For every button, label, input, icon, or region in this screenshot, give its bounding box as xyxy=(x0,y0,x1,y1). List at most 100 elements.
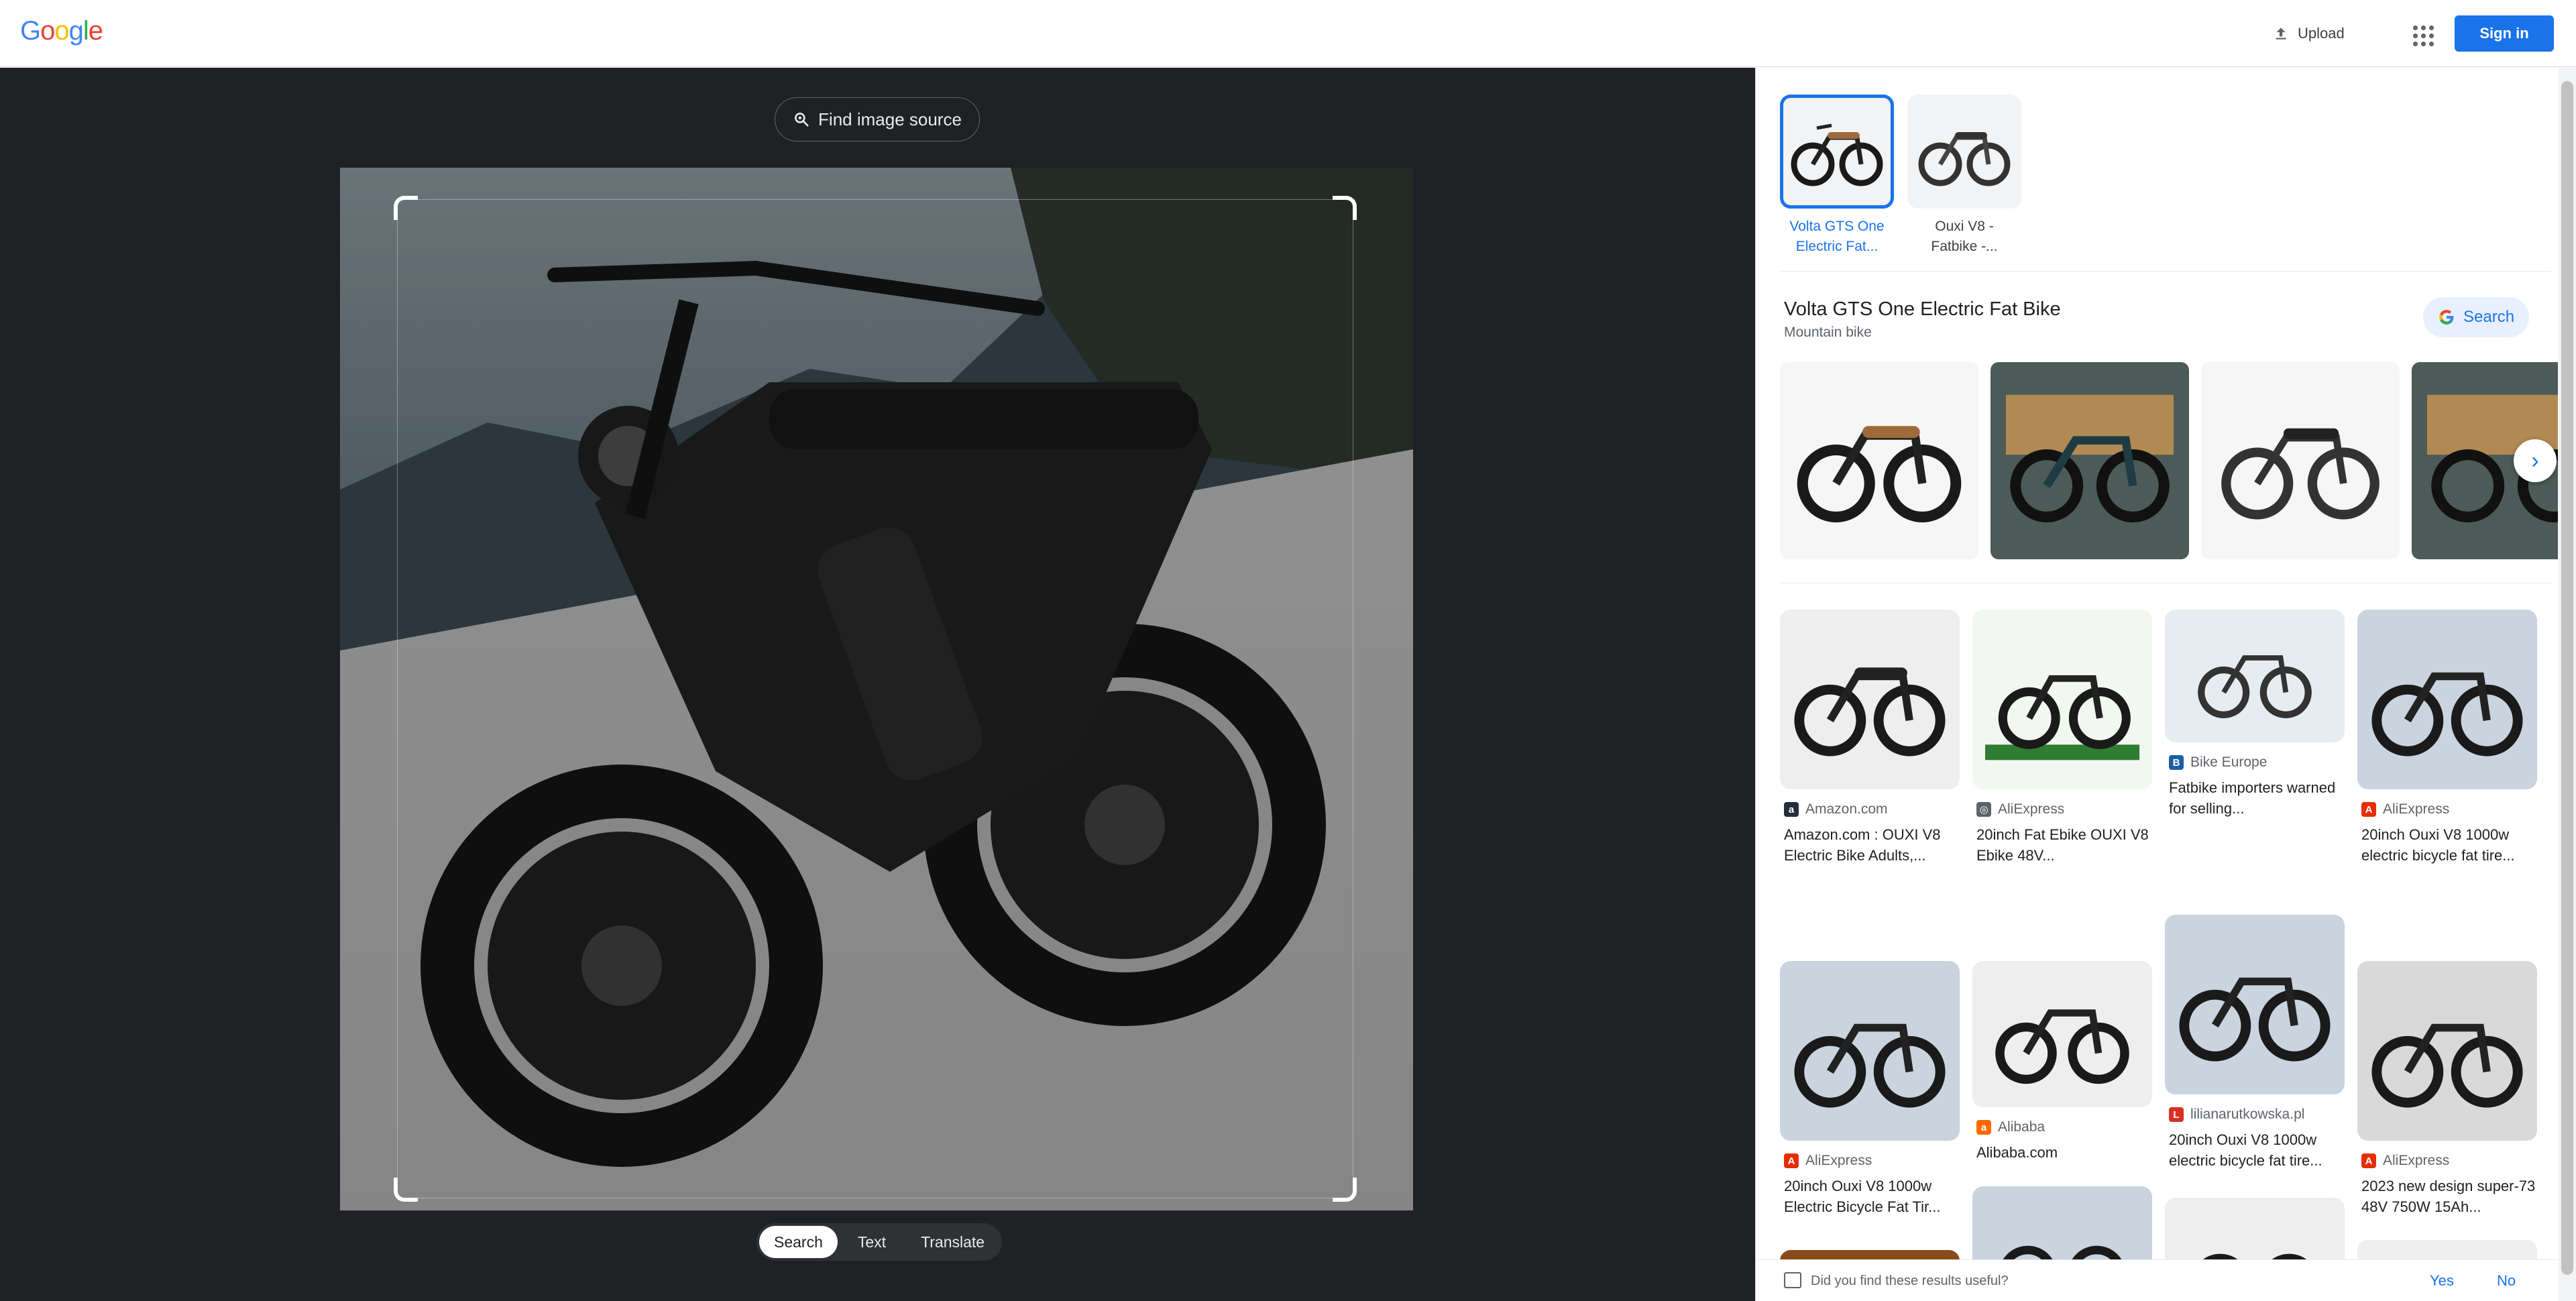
result-source-label: AliExpress xyxy=(2383,801,2450,817)
bike-image xyxy=(1797,426,1962,522)
result-source-label: lilianarutkowska.pl xyxy=(2190,1107,2305,1122)
query-image xyxy=(340,168,1413,1210)
results-scrollbar[interactable] xyxy=(2559,68,2576,1301)
result-source-label: Amazon.com xyxy=(1805,801,1888,817)
bike-image xyxy=(1995,1009,2129,1084)
result-image xyxy=(1972,610,2152,789)
globe-favicon-icon: ◎ xyxy=(1976,802,1991,817)
result-card[interactable]: a Amazon.com Amazon.com : OUXI V8 Electr… xyxy=(1780,610,1960,866)
result-title[interactable]: Alibaba.com xyxy=(1972,1142,2152,1163)
bike-image xyxy=(2198,655,2312,719)
result-card[interactable]: A AliExpress 2023 new design super-73 48… xyxy=(2357,961,2537,1217)
feedback-bar: Did you find these results useful? Yes N… xyxy=(1756,1259,2559,1301)
apps-grid-icon[interactable] xyxy=(2408,20,2434,47)
google-logo[interactable]: Google xyxy=(20,16,103,46)
upload-icon xyxy=(2276,27,2286,40)
image-viewer: Find image source Search Text Translate xyxy=(0,68,1755,1301)
tab-translate[interactable]: Translate xyxy=(906,1226,999,1258)
result-card[interactable]: B Bike Europe Fatbike importers warned f… xyxy=(2165,610,2345,819)
entity-search-label: Search xyxy=(2463,308,2515,326)
bike-thumbnail-icon xyxy=(1791,123,1883,186)
feedback-no-button[interactable]: No xyxy=(2497,1272,2516,1290)
match-thumbnail xyxy=(1907,95,2021,209)
aliexpress-favicon-icon: A xyxy=(1784,1153,1799,1168)
top-bar: Google Upload Sign in xyxy=(0,0,2576,67)
bike-image xyxy=(2179,977,2331,1062)
result-source: a Alibaba xyxy=(1972,1119,2152,1135)
aliexpress-favicon-icon: A xyxy=(2361,802,2376,817)
result-image xyxy=(1972,961,2152,1107)
bike-image xyxy=(2371,1023,2523,1108)
result-title[interactable]: Amazon.com : OUXI V8 Electric Bike Adult… xyxy=(1780,824,1960,866)
result-source: A AliExpress xyxy=(1780,1153,1960,1169)
bike-image xyxy=(2006,394,2174,522)
result-title[interactable]: 20inch Ouxi V8 1000w Electric Bicycle Fa… xyxy=(1780,1176,1960,1217)
result-source: L lilianarutkowska.pl xyxy=(2165,1107,2345,1123)
lens-mode-tabs: Search Text Translate xyxy=(757,1223,1003,1261)
entity-header: Volta GTS One Electric Fat Bike Mountain… xyxy=(1784,298,2061,341)
upload-button[interactable]: Upload xyxy=(2272,19,2345,48)
crop-handle-bottom-left[interactable] xyxy=(394,1178,418,1202)
bike-europe-favicon-icon: B xyxy=(2169,755,2184,770)
top-matches: Volta GTS One Electric Fat... Ouxi V8 - … xyxy=(1780,95,2021,257)
carousel-image[interactable] xyxy=(2201,362,2400,559)
match-label: Ouxi V8 - Fatbike -... xyxy=(1931,219,1998,254)
crop-handle-top-left[interactable] xyxy=(394,196,418,220)
match-thumbnail xyxy=(1780,95,1894,209)
bike-image xyxy=(2371,672,2523,756)
result-image xyxy=(2165,915,2345,1094)
result-image xyxy=(2357,610,2537,789)
lilianarutkowska-favicon-icon: L xyxy=(2169,1107,2184,1122)
match-card[interactable]: Volta GTS One Electric Fat... xyxy=(1780,95,1894,257)
result-source: B Bike Europe xyxy=(2165,754,2345,771)
entity-title[interactable]: Volta GTS One Electric Fat Bike xyxy=(1784,298,2061,321)
result-title[interactable]: 20inch Ouxi V8 1000w electric bicycle fa… xyxy=(2357,824,2537,866)
result-source: a Amazon.com xyxy=(1780,801,1960,817)
bike-thumbnail-icon xyxy=(1918,132,2011,186)
result-source: A AliExpress xyxy=(2357,801,2537,817)
tab-search[interactable]: Search xyxy=(759,1226,838,1258)
result-card[interactable]: A AliExpress 20inch Ouxi V8 1000w Electr… xyxy=(1780,961,1960,1217)
crop-handle-bottom-right[interactable] xyxy=(1333,1178,1357,1202)
result-title[interactable]: 20inch Ouxi V8 1000w electric bicycle fa… xyxy=(2165,1129,2345,1171)
tab-text[interactable]: Text xyxy=(843,1226,901,1258)
find-image-source-button[interactable]: Find image source xyxy=(775,97,980,142)
scrollbar-thumb[interactable] xyxy=(2561,81,2573,1275)
result-card[interactable]: a Alibaba Alibaba.com xyxy=(1972,961,2152,1163)
bike-image xyxy=(2221,428,2379,520)
amazon-favicon-icon: a xyxy=(1784,802,1799,817)
result-title[interactable]: Fatbike importers warned for selling... xyxy=(2165,777,2345,819)
result-image xyxy=(2165,610,2345,742)
bike-image xyxy=(1985,675,2139,760)
result-image xyxy=(2357,961,2537,1141)
carousel-image[interactable] xyxy=(1991,362,2189,559)
result-card[interactable]: L lilianarutkowska.pl 20inch Ouxi V8 100… xyxy=(2165,915,2345,1171)
result-source: A AliExpress xyxy=(2357,1153,2537,1169)
entity-search-button[interactable]: Search xyxy=(2423,297,2530,337)
results-panel: Volta GTS One Electric Fat... Ouxi V8 - … xyxy=(1755,68,2576,1301)
feedback-icon xyxy=(1784,1272,1801,1288)
alibaba-favicon-icon: a xyxy=(1976,1120,1991,1135)
chevron-right-icon[interactable]: › xyxy=(2514,439,2557,482)
feedback-yes-button[interactable]: Yes xyxy=(2430,1272,2454,1290)
aliexpress-favicon-icon: A xyxy=(2361,1153,2376,1168)
carousel-image[interactable] xyxy=(1780,362,1978,559)
result-source-label: Alibaba xyxy=(1998,1119,2046,1135)
match-card[interactable]: Ouxi V8 - Fatbike -... xyxy=(1907,95,2021,257)
match-label: Volta GTS One Electric Fat... xyxy=(1789,219,1885,254)
find-image-source-label: Find image source xyxy=(818,109,962,129)
crop-handle-top-right[interactable] xyxy=(1333,196,1357,220)
result-title[interactable]: 20inch Fat Ebike OUXI V8 Ebike 48V... xyxy=(1972,824,2152,866)
upload-label: Upload xyxy=(2298,25,2345,42)
result-source: ◎ AliExpress xyxy=(1972,801,2152,817)
bike-image xyxy=(1794,667,1946,756)
sign-in-button[interactable]: Sign in xyxy=(2455,15,2554,52)
result-card[interactable]: ◎ AliExpress 20inch Fat Ebike OUXI V8 Eb… xyxy=(1972,610,2152,866)
result-source-label: AliExpress xyxy=(1998,801,2065,817)
lens-icon xyxy=(795,113,809,127)
result-source-label: Bike Europe xyxy=(2190,754,2267,770)
result-title[interactable]: 2023 new design super-73 48V 750W 15Ah..… xyxy=(2357,1176,2537,1217)
crop-selection[interactable] xyxy=(394,196,1357,1202)
entity-image-carousel xyxy=(1780,362,2558,559)
result-card[interactable]: A AliExpress 20inch Ouxi V8 1000w electr… xyxy=(2357,610,2537,866)
